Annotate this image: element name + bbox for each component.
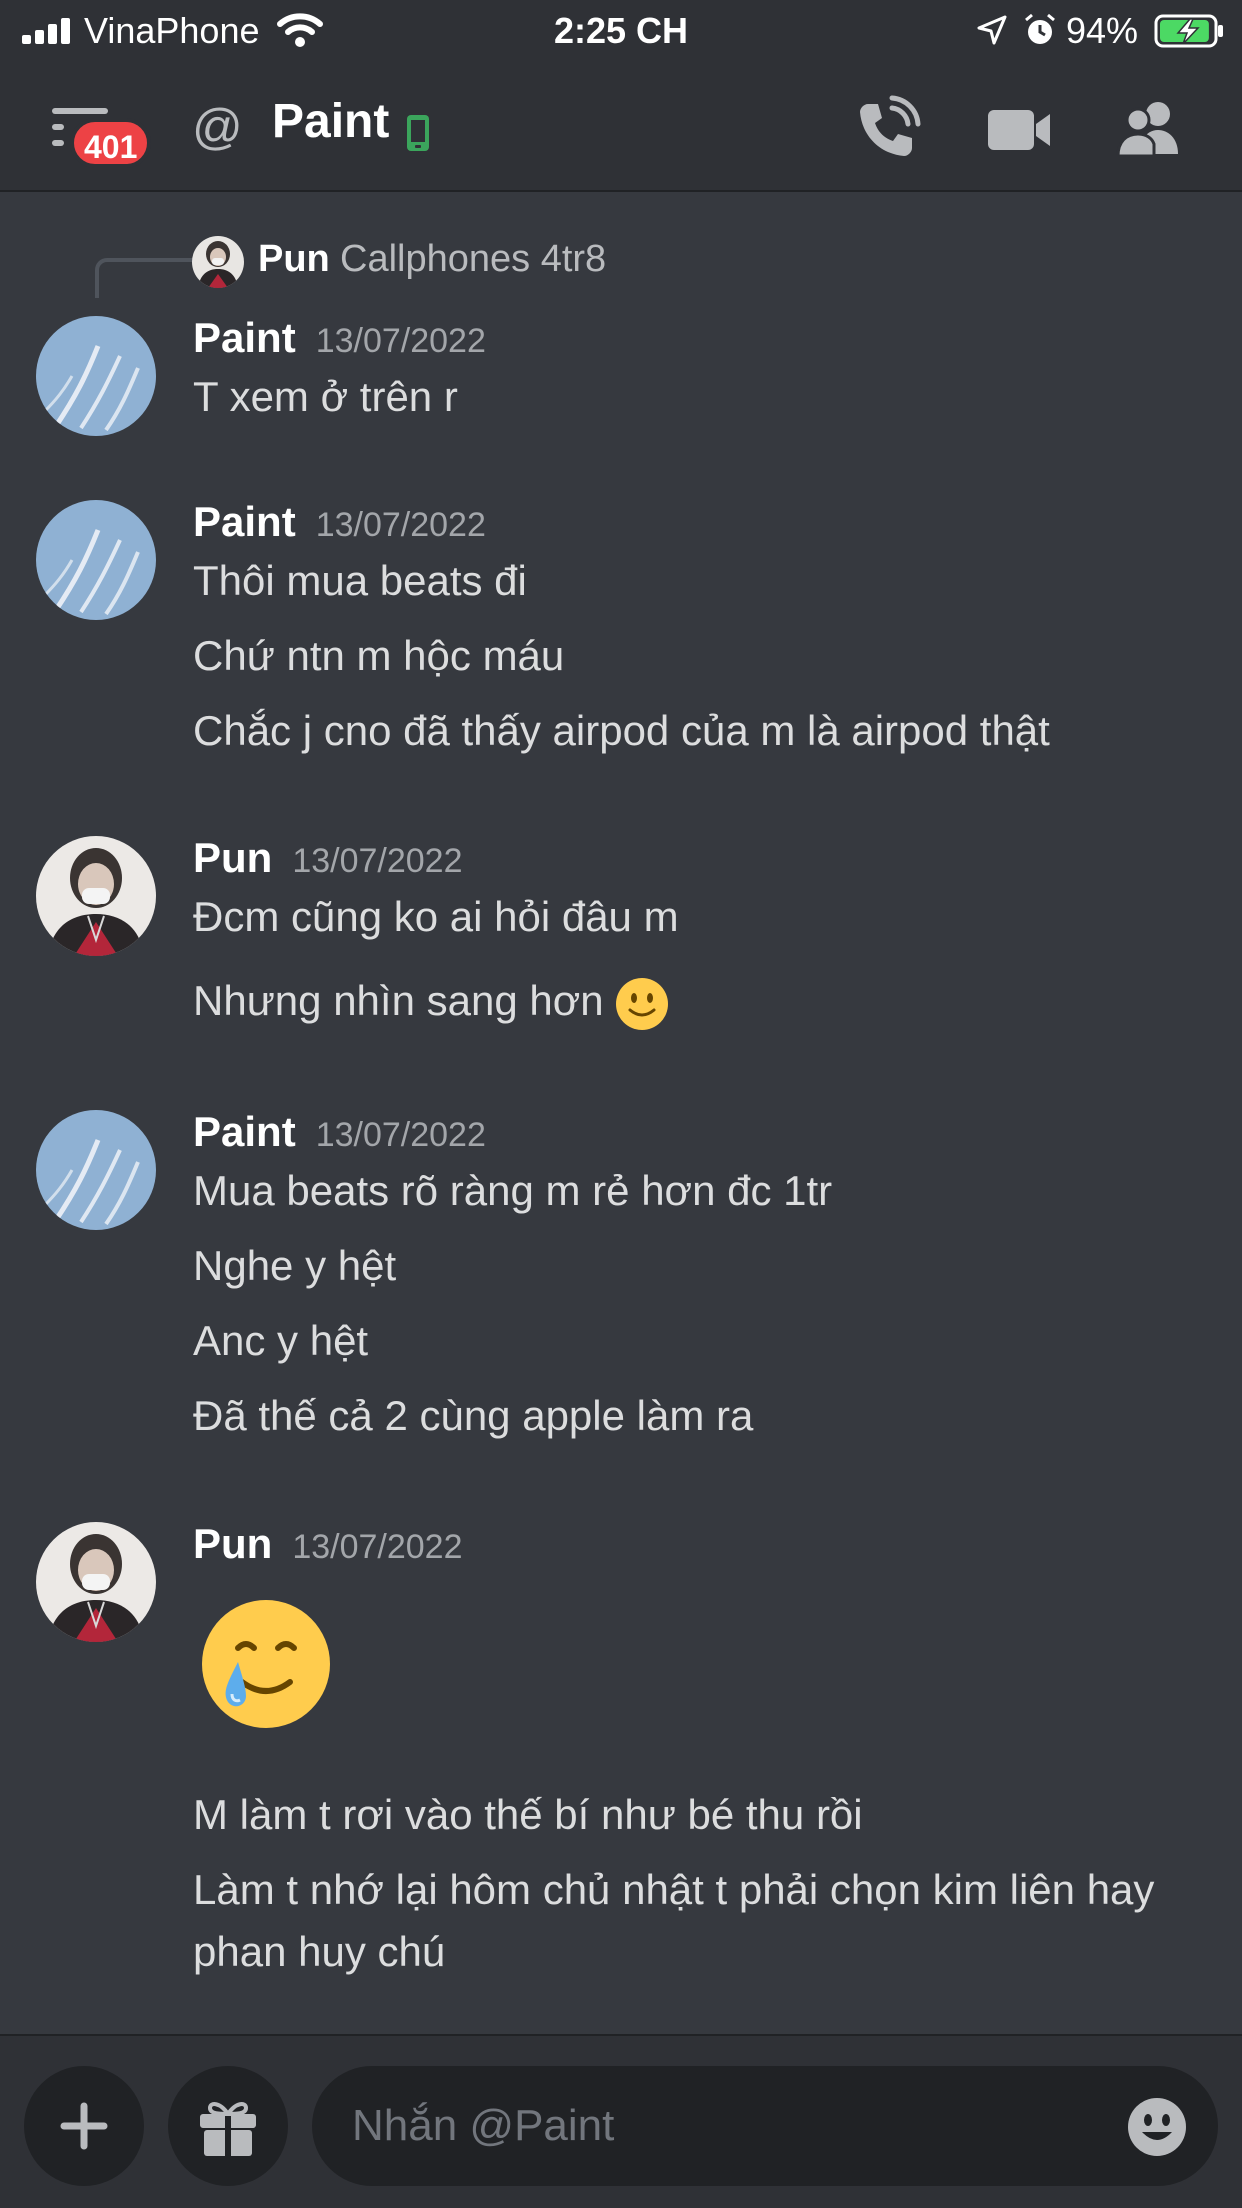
message-row[interactable]: Nhưng nhìn sang hơn	[193, 970, 1193, 1032]
avatar[interactable]	[36, 1110, 156, 1230]
message-text[interactable]: Mua beats rõ ràng m rẻ hơn đc 1tr	[193, 1160, 1193, 1222]
gift-icon	[200, 2102, 256, 2156]
timestamp: 13/07/2022	[292, 842, 463, 880]
timestamp: 13/07/2022	[292, 1528, 463, 1566]
battery-percent: 94%	[1066, 10, 1139, 51]
message-list[interactable]: Pun Callphones 4tr8 Paint 13/07/2022 T xe…	[0, 194, 1242, 2034]
message-text[interactable]: T xem ở trên r	[193, 366, 1193, 428]
message-input-container	[312, 2066, 1218, 2186]
message-group: Pun 13/07/2022 Đcm cũng ko ai hỏi đâu m N…	[0, 834, 1242, 1034]
reply-author[interactable]: Pun	[258, 238, 330, 281]
reply-text[interactable]: Callphones 4tr8	[340, 238, 606, 281]
avatar[interactable]	[36, 500, 156, 620]
plus-icon	[60, 2102, 108, 2150]
voice-call-icon	[860, 95, 921, 156]
author-line: Pun 13/07/2022	[193, 1520, 463, 1570]
status-bar: VinaPhone 2:25 CH 94%	[0, 0, 1242, 64]
message-text[interactable]: Đã thế cả 2 cùng apple làm ra	[193, 1385, 1193, 1447]
author-line: Paint 13/07/2022	[193, 1108, 486, 1158]
unread-badge: 401	[70, 118, 152, 168]
add-attachment-button[interactable]	[24, 2066, 144, 2186]
author-name[interactable]: Pun	[193, 1520, 272, 1567]
timestamp: 13/07/2022	[315, 506, 486, 544]
composer-bar	[0, 2034, 1242, 2208]
message-group: Pun 13/07/2022 M làm t rơi vào thế bí như…	[0, 1520, 1242, 2000]
avatar[interactable]	[36, 316, 156, 436]
timestamp: 13/07/2022	[315, 1116, 486, 1154]
message-group: Paint 13/07/2022 T xem ở trên r	[0, 314, 1242, 474]
author-name[interactable]: Paint	[193, 314, 296, 361]
video-call-icon	[988, 110, 1050, 150]
message-text[interactable]: Chắc j cno đã thấy airpod của m là airpo…	[193, 700, 1193, 762]
message-text[interactable]: Làm t nhớ lại hôm chủ nhật t phải chọn k…	[193, 1859, 1193, 1983]
location-icon	[977, 15, 1007, 45]
message-text[interactable]: M làm t rơi vào thế bí như bé thu rồi	[193, 1784, 1193, 1846]
members-button[interactable]	[1114, 94, 1186, 166]
reply-connector	[95, 258, 195, 298]
author-line: Paint 13/07/2022	[193, 314, 486, 364]
avatar[interactable]	[36, 836, 156, 956]
author-name[interactable]: Paint	[193, 498, 296, 545]
author-name[interactable]: Pun	[193, 834, 272, 881]
slightly-smiling-face-icon	[615, 977, 668, 1030]
message-text[interactable]: Chứ ntn m hộc máu	[193, 625, 1193, 687]
alarm-icon	[1025, 13, 1055, 44]
timestamp: 13/07/2022	[315, 322, 486, 360]
message-group: Paint 13/07/2022 Thôi mua beats đi Chứ nt…	[0, 498, 1242, 754]
channel-header: 401 @ Paint	[0, 64, 1242, 192]
voice-call-button[interactable]	[850, 94, 922, 166]
message-text[interactable]: Đcm cũng ko ai hỏi đâu m	[193, 886, 1193, 948]
video-call-button[interactable]	[984, 94, 1056, 166]
message-text[interactable]: Nghe y hệt	[193, 1235, 1193, 1297]
author-name[interactable]: Paint	[193, 1108, 296, 1155]
message-text: Nhưng nhìn sang hơn	[193, 977, 604, 1024]
battery-icon	[1154, 14, 1223, 48]
author-line: Pun 13/07/2022	[193, 834, 463, 884]
reply-avatar	[192, 236, 244, 288]
message-input[interactable]	[352, 2066, 1112, 2186]
author-line: Paint 13/07/2022	[193, 498, 486, 548]
mobile-status-icon	[407, 115, 429, 151]
emoji-icon[interactable]	[1126, 2096, 1188, 2158]
message-text[interactable]: Thôi mua beats đi	[193, 550, 1193, 612]
members-icon	[1116, 102, 1178, 158]
at-sign-icon: @	[192, 99, 243, 155]
discord-dm-screen: VinaPhone 2:25 CH 94% 401 @ Paint Pun Ca…	[0, 0, 1242, 2208]
message-text[interactable]: Anc y hệt	[193, 1310, 1193, 1372]
avatar[interactable]	[36, 1522, 156, 1642]
message-group: Paint 13/07/2022 Mua beats rõ ràng m rẻ h…	[0, 1108, 1242, 1439]
channel-title[interactable]: Paint	[272, 94, 389, 149]
gift-button[interactable]	[168, 2066, 288, 2186]
smiling-face-with-tear-icon[interactable]	[198, 1596, 334, 1732]
